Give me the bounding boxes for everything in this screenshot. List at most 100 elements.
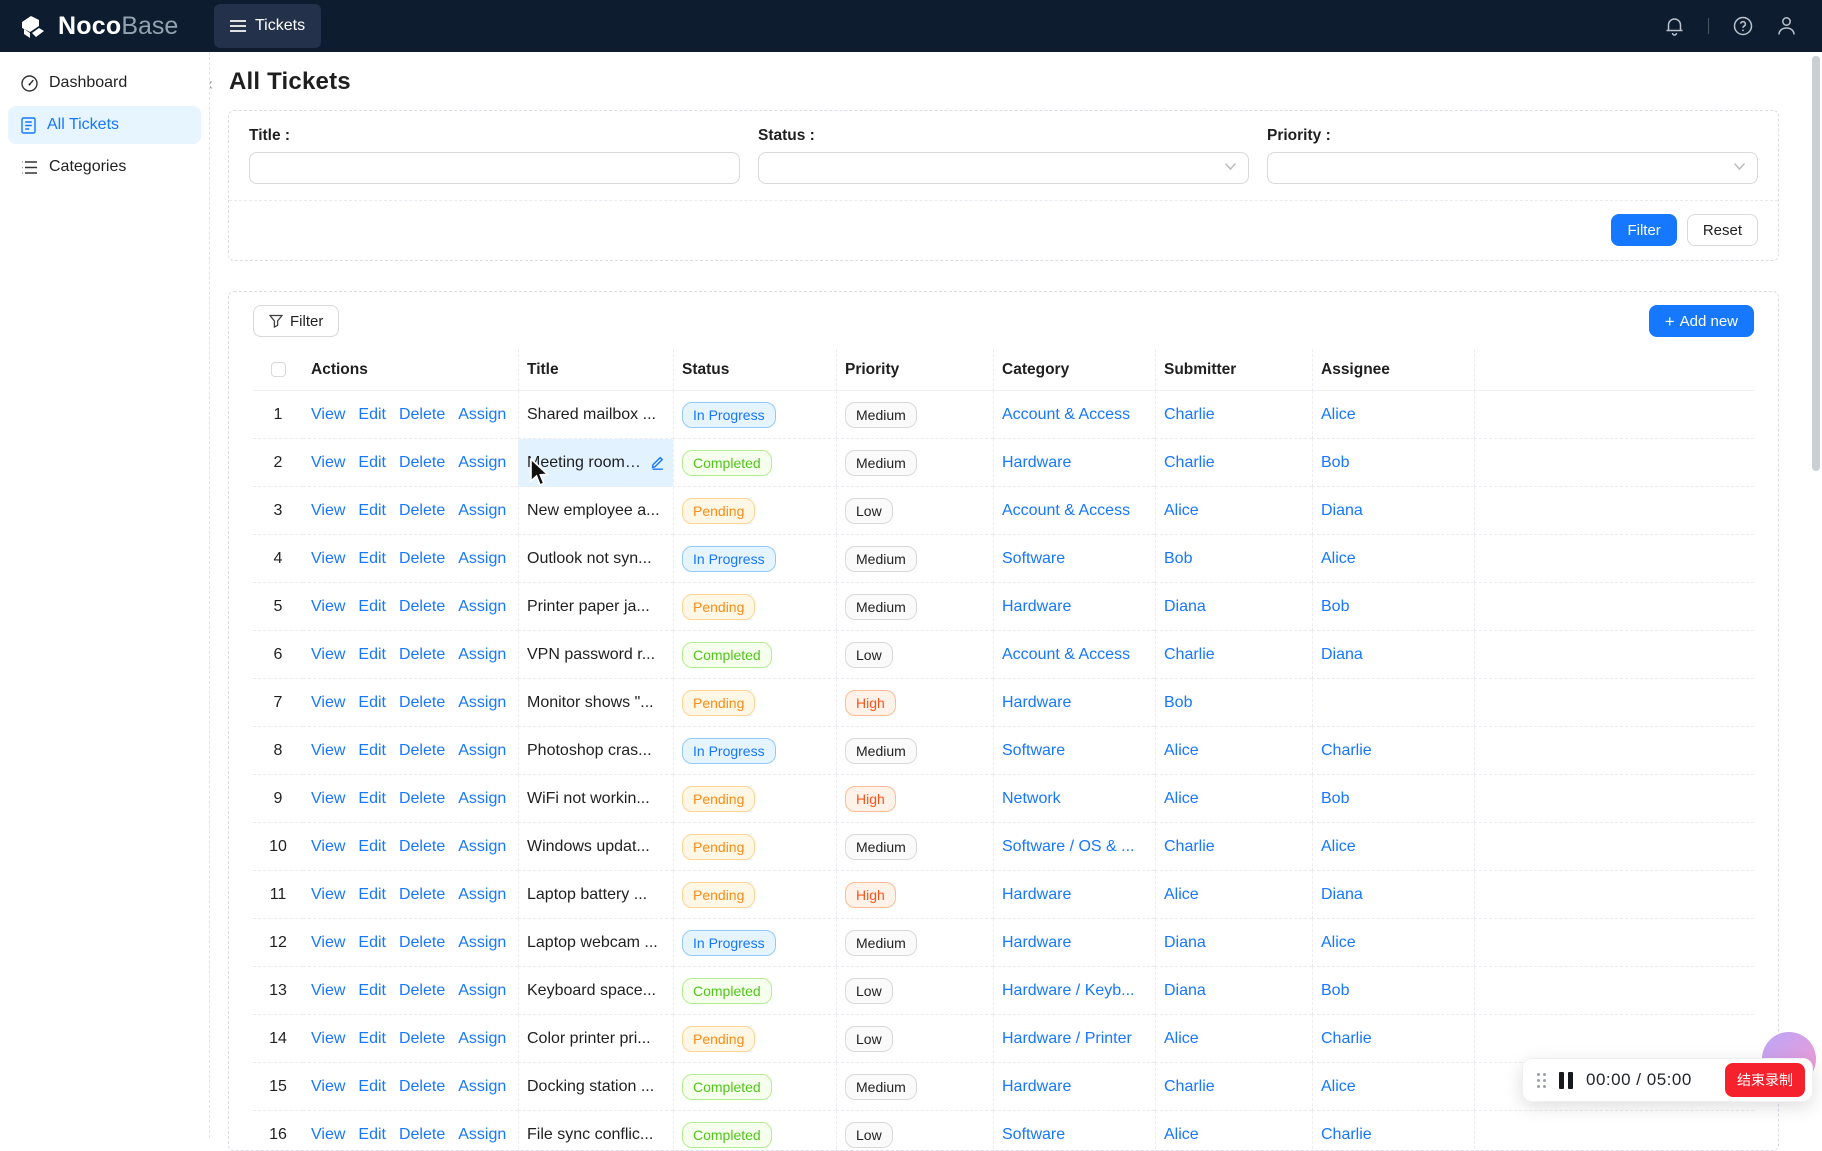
action-assign-link[interactable]: Assign	[458, 550, 506, 568]
assignee-link[interactable]: Alice	[1321, 934, 1356, 952]
category-link[interactable]: Software	[1002, 1126, 1065, 1144]
category-link[interactable]: Hardware / Printer	[1002, 1030, 1132, 1048]
assignee-link[interactable]: Bob	[1321, 982, 1349, 1000]
action-delete-link[interactable]: Delete	[399, 598, 445, 616]
assignee-link[interactable]: Charlie	[1321, 1030, 1372, 1048]
action-delete-link[interactable]: Delete	[399, 502, 445, 520]
category-link[interactable]: Account & Access	[1002, 406, 1130, 424]
column-header-actions[interactable]: Actions	[303, 349, 518, 391]
assignee-link[interactable]: Alice	[1321, 406, 1356, 424]
action-assign-link[interactable]: Assign	[458, 646, 506, 664]
row-title-cell[interactable]: Windows updat...	[518, 823, 673, 871]
assignee-link[interactable]: Bob	[1321, 790, 1349, 808]
action-view-link[interactable]: View	[311, 934, 345, 952]
action-view-link[interactable]: View	[311, 646, 345, 664]
submitter-link[interactable]: Charlie	[1164, 838, 1215, 856]
action-edit-link[interactable]: Edit	[358, 1078, 386, 1096]
row-title-cell[interactable]: Laptop battery ...	[518, 871, 673, 919]
submitter-link[interactable]: Alice	[1164, 790, 1199, 808]
action-view-link[interactable]: View	[311, 1126, 345, 1144]
action-view-link[interactable]: View	[311, 454, 345, 472]
row-title-cell[interactable]: File sync conflic...	[518, 1111, 673, 1151]
category-link[interactable]: Hardware	[1002, 598, 1071, 616]
action-assign-link[interactable]: Assign	[458, 790, 506, 808]
action-edit-link[interactable]: Edit	[358, 1030, 386, 1048]
table-filter-button[interactable]: Filter	[253, 305, 339, 337]
row-title-cell[interactable]: Photoshop cras...	[518, 727, 673, 775]
column-header-category[interactable]: Category	[993, 349, 1155, 391]
action-assign-link[interactable]: Assign	[458, 598, 506, 616]
row-title-cell[interactable]: Keyboard space...	[518, 967, 673, 1015]
assignee-link[interactable]: Alice	[1321, 838, 1356, 856]
action-view-link[interactable]: View	[311, 598, 345, 616]
action-delete-link[interactable]: Delete	[399, 454, 445, 472]
column-header-priority[interactable]: Priority	[836, 349, 993, 391]
edit-pencil-icon[interactable]	[650, 455, 665, 470]
action-view-link[interactable]: View	[311, 1078, 345, 1096]
row-title-cell[interactable]: Meeting room pr...	[518, 439, 673, 487]
submitter-link[interactable]: Alice	[1164, 1126, 1199, 1144]
row-title-cell[interactable]: Color printer pri...	[518, 1015, 673, 1063]
assignee-link[interactable]: Diana	[1321, 886, 1363, 904]
action-delete-link[interactable]: Delete	[399, 886, 445, 904]
category-link[interactable]: Hardware	[1002, 694, 1071, 712]
action-assign-link[interactable]: Assign	[458, 886, 506, 904]
action-assign-link[interactable]: Assign	[458, 1078, 506, 1096]
submitter-link[interactable]: Alice	[1164, 502, 1199, 520]
action-assign-link[interactable]: Assign	[458, 406, 506, 424]
submitter-link[interactable]: Alice	[1164, 742, 1199, 760]
action-edit-link[interactable]: Edit	[358, 550, 386, 568]
submitter-link[interactable]: Charlie	[1164, 1078, 1215, 1096]
action-view-link[interactable]: View	[311, 982, 345, 1000]
action-delete-link[interactable]: Delete	[399, 934, 445, 952]
category-link[interactable]: Hardware	[1002, 1078, 1071, 1096]
action-view-link[interactable]: View	[311, 406, 345, 424]
action-assign-link[interactable]: Assign	[458, 838, 506, 856]
action-delete-link[interactable]: Delete	[399, 550, 445, 568]
row-title-cell[interactable]: Docking station ...	[518, 1063, 673, 1111]
category-link[interactable]: Network	[1002, 790, 1061, 808]
action-edit-link[interactable]: Edit	[358, 1126, 386, 1144]
submitter-link[interactable]: Diana	[1164, 598, 1206, 616]
action-delete-link[interactable]: Delete	[399, 790, 445, 808]
submitter-link[interactable]: Alice	[1164, 1030, 1199, 1048]
scrollbar-thumb[interactable]	[1812, 56, 1820, 471]
row-title-cell[interactable]: VPN password r...	[518, 631, 673, 679]
pause-icon[interactable]	[1559, 1072, 1573, 1089]
action-edit-link[interactable]: Edit	[358, 694, 386, 712]
sidebar-item-all-tickets[interactable]: All Tickets	[8, 106, 201, 144]
column-header-assignee[interactable]: Assignee	[1312, 349, 1474, 391]
action-view-link[interactable]: View	[311, 838, 345, 856]
bell-icon[interactable]	[1665, 16, 1684, 36]
action-edit-link[interactable]: Edit	[358, 934, 386, 952]
row-title-cell[interactable]: Shared mailbox ...	[518, 391, 673, 439]
status-filter-select[interactable]	[758, 152, 1249, 184]
assignee-link[interactable]: Alice	[1321, 550, 1356, 568]
action-assign-link[interactable]: Assign	[458, 1126, 506, 1144]
action-view-link[interactable]: View	[311, 550, 345, 568]
row-title-cell[interactable]: Laptop webcam ...	[518, 919, 673, 967]
category-link[interactable]: Software	[1002, 742, 1065, 760]
add-new-button[interactable]: + Add new	[1649, 305, 1754, 337]
action-view-link[interactable]: View	[311, 1030, 345, 1048]
action-edit-link[interactable]: Edit	[358, 406, 386, 424]
row-title-cell[interactable]: Monitor shows "...	[518, 679, 673, 727]
submitter-link[interactable]: Charlie	[1164, 454, 1215, 472]
action-delete-link[interactable]: Delete	[399, 646, 445, 664]
action-view-link[interactable]: View	[311, 502, 345, 520]
action-delete-link[interactable]: Delete	[399, 1078, 445, 1096]
action-assign-link[interactable]: Assign	[458, 1030, 506, 1048]
action-view-link[interactable]: View	[311, 790, 345, 808]
title-filter-input[interactable]	[249, 152, 740, 184]
action-assign-link[interactable]: Assign	[458, 694, 506, 712]
category-link[interactable]: Software / OS & ...	[1002, 838, 1135, 856]
category-link[interactable]: Account & Access	[1002, 502, 1130, 520]
action-delete-link[interactable]: Delete	[399, 1030, 445, 1048]
category-link[interactable]: Software	[1002, 550, 1065, 568]
submitter-link[interactable]: Charlie	[1164, 646, 1215, 664]
submitter-link[interactable]: Bob	[1164, 550, 1192, 568]
action-edit-link[interactable]: Edit	[358, 502, 386, 520]
action-assign-link[interactable]: Assign	[458, 742, 506, 760]
sidebar-item-dashboard[interactable]: Dashboard	[8, 64, 201, 102]
select-all-checkbox[interactable]	[271, 362, 286, 377]
